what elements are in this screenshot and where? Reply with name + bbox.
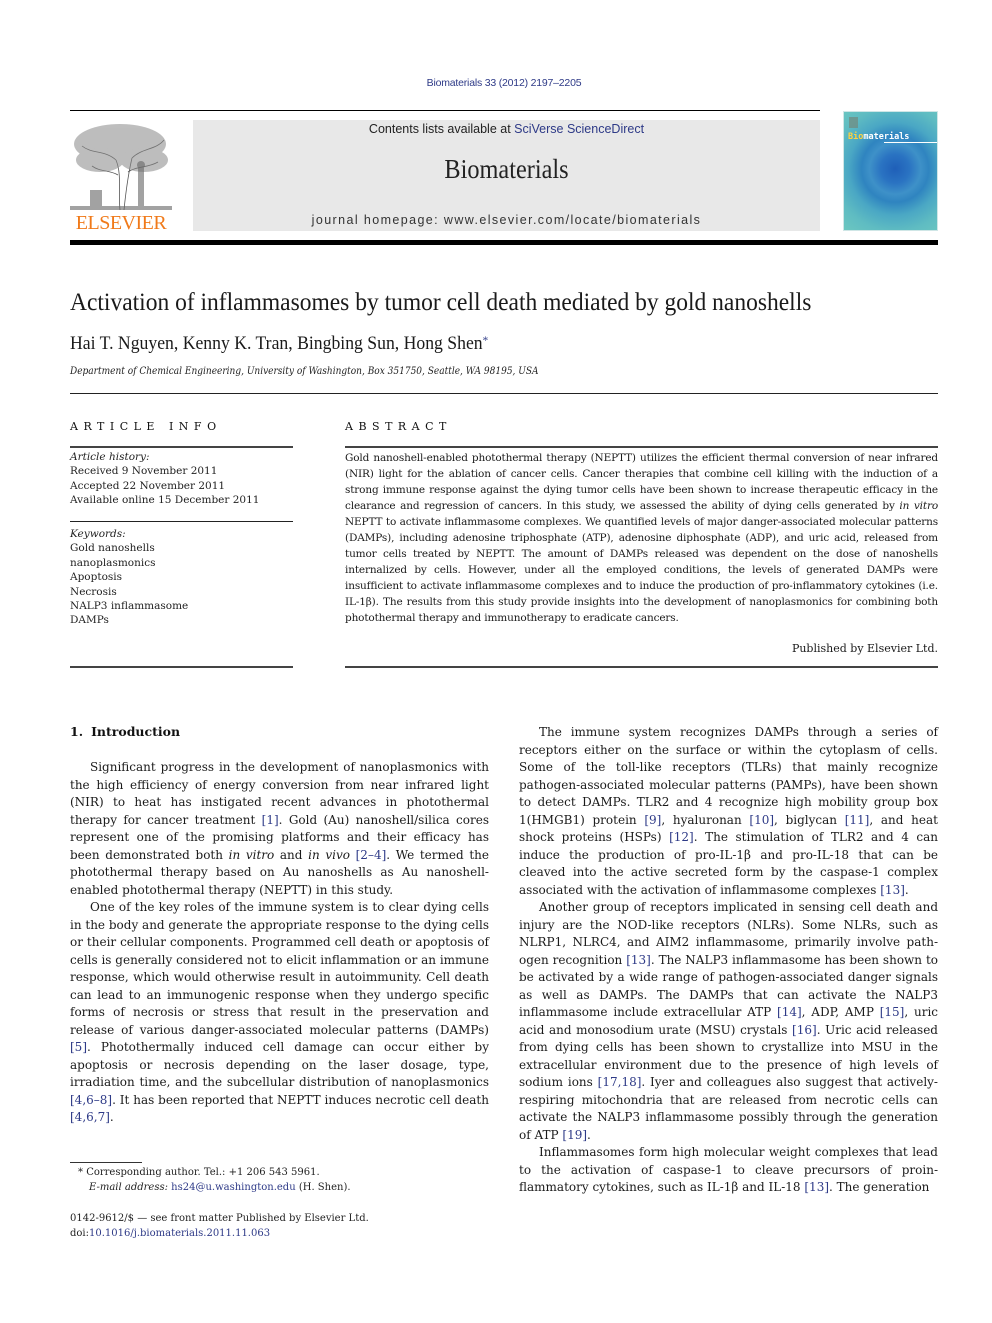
history-received: Received 9 November 2011 (70, 465, 218, 478)
corresponding-author-marker[interactable]: * (483, 333, 489, 347)
paragraph: Another group of receptors implicated in… (519, 900, 938, 1142)
keyword-item: NALP3 inflammasome (70, 600, 189, 613)
paragraph: Significant progress in the development … (70, 760, 489, 897)
history-online: Available online 15 December 2011 (70, 494, 260, 507)
citation-link[interactable]: [9] (644, 813, 661, 827)
journal-name: Biomaterials (444, 154, 569, 184)
article-info-rule (70, 446, 293, 448)
keyword-item: DAMPs (70, 614, 109, 627)
journal-homepage-link[interactable]: journal homepage: www.elsevier.com/locat… (193, 213, 820, 227)
journal-cover-thumbnail: Biomaterials (843, 111, 938, 231)
email-suffix: (H. Shen). (295, 1182, 351, 1193)
cover-title: Biomaterials (848, 132, 909, 142)
article-info-bottom-rule (70, 666, 293, 668)
article-info-heading: ARTICLE INFO (70, 420, 222, 433)
cover-title-accent: Bio (848, 132, 864, 142)
header-thick-rule (70, 240, 938, 245)
section-number: 1. (70, 724, 84, 739)
body-column-right: The immune system recognizes DAMPs throu… (519, 724, 938, 1197)
paragraph: One of the key roles of the immune syste… (70, 900, 489, 1124)
author-affiliation: Department of Chemical Engineering, Univ… (70, 366, 539, 377)
footnote-marker: * (78, 1167, 83, 1178)
keywords-label: Keywords: (70, 528, 126, 540)
citation-link[interactable]: [2–4] (356, 848, 387, 862)
citation-link[interactable]: [1] (262, 813, 279, 827)
journal-header-box: Contents lists available at SciVerse Sci… (193, 120, 820, 231)
citation-link[interactable]: [13] (804, 1180, 829, 1194)
citation-link[interactable]: [14] (777, 1005, 802, 1019)
citation-link[interactable]: [4,6,7] (70, 1110, 110, 1124)
email-label: E-mail address: (89, 1182, 168, 1193)
citation-link[interactable]: [15] (880, 1005, 905, 1019)
citation-link[interactable]: [10] (749, 813, 774, 827)
abstract-part: NEPTT to activate inflammasome complexes… (345, 516, 938, 624)
front-matter-info: 0142-9612/$ — see front matter Published… (70, 1212, 369, 1241)
journal-reference-link[interactable]: Biomaterials 33 (2012) 2197–2205 (0, 77, 992, 89)
author-list: Hai T. Nguyen, Kenny K. Tran, Bingbing S… (70, 333, 488, 355)
citation-link[interactable]: [13] (626, 953, 651, 967)
citation-link[interactable]: [11] (845, 813, 870, 827)
citation-link[interactable]: [4,6–8] (70, 1093, 112, 1107)
abstract-part: Gold nanoshell-enabled photothermal ther… (345, 452, 938, 512)
doi-link[interactable]: 10.1016/j.biomaterials.2011.11.063 (89, 1228, 270, 1239)
citation-link[interactable]: [19] (562, 1128, 587, 1142)
cover-rule (884, 142, 937, 143)
citation-link[interactable]: [5] (70, 1040, 87, 1054)
contents-prefix: Contents lists available at (368, 122, 515, 136)
keyword-item: Necrosis (70, 585, 117, 598)
body-column-left: Significant progress in the development … (70, 759, 489, 1127)
abstract-italic: in vitro (899, 500, 938, 512)
history-accepted: Accepted 22 November 2011 (70, 479, 226, 492)
abstract-heading: ABSTRACT (345, 420, 452, 433)
header-rule (70, 110, 820, 111)
keyword-item: Apoptosis (70, 571, 123, 584)
contents-line: Contents lists available at SciVerse Sci… (193, 122, 820, 136)
section-heading-introduction: 1. Introduction (70, 724, 180, 739)
paper-title: Activation of inflammasomes by tumor cel… (70, 289, 812, 316)
citation-link[interactable]: [13] (880, 883, 905, 897)
elsevier-wordmark: ELSEVIER (75, 212, 167, 234)
citation-link[interactable]: [16] (792, 1023, 817, 1037)
keyword-item: nanoplasmonics (70, 556, 156, 569)
affiliation-rule (70, 393, 938, 394)
footnote-rule (70, 1162, 142, 1163)
section-title: Introduction (91, 724, 181, 739)
citation-link[interactable]: [17,18] (598, 1075, 642, 1089)
paragraph: The immune system recognizes DAMPs throu… (519, 725, 939, 897)
citation-link[interactable]: [12] (669, 830, 694, 844)
keyword-item: Gold nanoshells (70, 542, 155, 555)
abstract-publisher: Published by Elsevier Ltd. (791, 642, 938, 655)
cover-elsevier-logo-icon (849, 117, 858, 128)
abstract-text: Gold nanoshell-enabled photothermal ther… (345, 450, 938, 626)
footnote-text: Corresponding author. Tel.: +1 206 543 5… (86, 1167, 320, 1178)
authors-text: Hai T. Nguyen, Kenny K. Tran, Bingbing S… (70, 333, 483, 354)
article-history: Article history: Received 9 November 201… (70, 450, 259, 508)
paragraph: Inflammasomes form high molecular weight… (519, 1145, 938, 1194)
keywords-list: Keywords: Gold nanoshells nanoplasmonics… (70, 527, 188, 628)
history-keywords-rule (70, 521, 293, 522)
abstract-rule (345, 446, 938, 448)
cover-title-rest: materials (863, 132, 910, 142)
corresponding-author-footnote: * Corresponding author. Tel.: +1 206 543… (78, 1165, 351, 1195)
abstract-bottom-rule (345, 666, 938, 668)
history-label: Article history: (70, 451, 150, 463)
issn-line: 0142-9612/$ — see front matter Published… (70, 1213, 369, 1224)
sciencedirect-link[interactable]: SciVerse ScienceDirect (514, 122, 644, 136)
doi-label: doi: (70, 1227, 89, 1239)
email-link[interactable]: hs24@u.washington.edu (171, 1182, 295, 1193)
